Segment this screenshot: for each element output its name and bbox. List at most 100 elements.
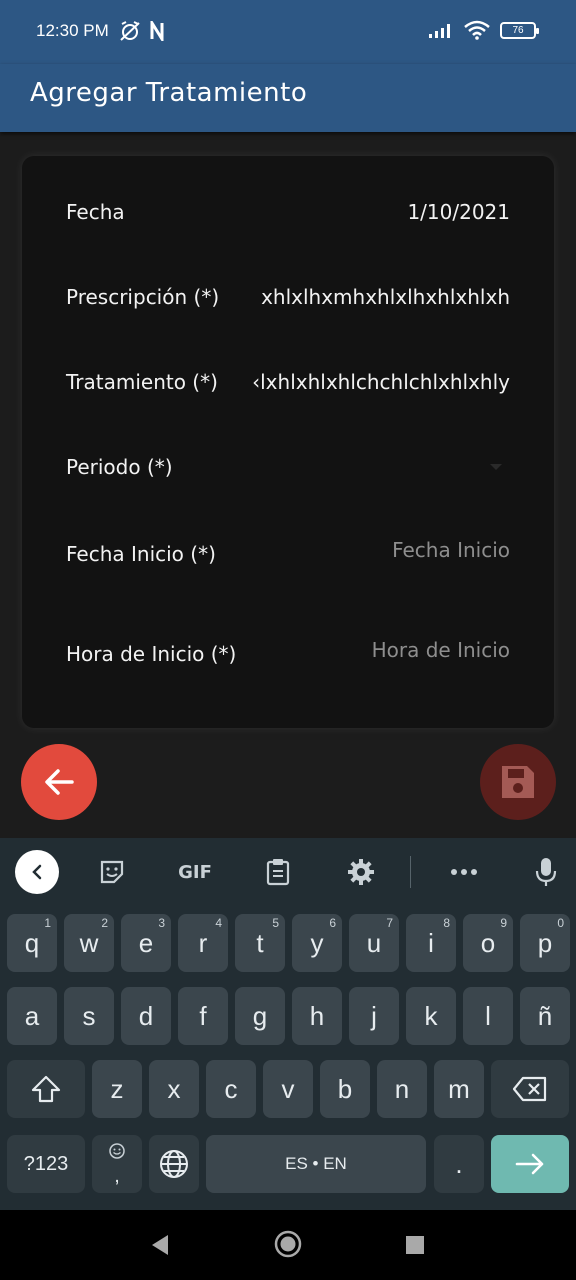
system-nav-bar [0, 1210, 576, 1280]
key-f-label: f [199, 1000, 207, 1031]
key-r[interactable]: r4 [178, 914, 228, 972]
voice-input-button[interactable] [526, 852, 566, 892]
key-m[interactable]: m [434, 1060, 484, 1118]
key-e-hint: 3 [158, 916, 165, 930]
key-z[interactable]: z [92, 1060, 142, 1118]
key-g[interactable]: g [235, 987, 285, 1045]
key-w[interactable]: w2 [64, 914, 114, 972]
key-ñ[interactable]: ñ [520, 987, 570, 1045]
nav-recents-icon[interactable] [406, 1236, 424, 1254]
key-r-label: r [198, 927, 208, 958]
status-time: 12:30 PM [36, 21, 109, 40]
periodo-dropdown-arrow-icon[interactable] [490, 464, 502, 470]
space-key-label: ES • EN [285, 1154, 347, 1173]
toolbar-divider [410, 856, 411, 888]
key-i-hint: 8 [443, 916, 450, 930]
period-key-label: . [455, 1148, 463, 1179]
save-floppy-icon [502, 766, 534, 798]
key-q-hint: 1 [44, 916, 51, 930]
hora-inicio-field[interactable]: Hora de Inicio [372, 638, 510, 662]
key-l-label: l [485, 1000, 491, 1031]
keyboard-collapse-button[interactable] [15, 850, 59, 894]
backspace-key[interactable] [491, 1060, 569, 1118]
gear-icon [348, 859, 374, 885]
key-x[interactable]: x [149, 1060, 199, 1118]
backspace-icon [512, 1076, 547, 1102]
space-key[interactable]: ES • EN [206, 1135, 426, 1193]
clipboard-button[interactable] [258, 852, 298, 892]
key-f[interactable]: f [178, 987, 228, 1045]
key-k[interactable]: k [406, 987, 456, 1045]
key-g-label: g [252, 1000, 268, 1031]
period-key[interactable]: . [434, 1135, 484, 1193]
fecha-inicio-field[interactable]: Fecha Inicio [392, 538, 510, 562]
key-i[interactable]: i8 [406, 914, 456, 972]
key-u-hint: 7 [386, 916, 393, 930]
tratamiento-row[interactable]: Tratamiento (*) ‹lxhlxhlxhlchchlchlxhlxh… [66, 362, 510, 402]
more-options-button[interactable] [444, 852, 484, 892]
globe-icon [160, 1150, 188, 1178]
on-screen-keyboard: GIF q 1 w 2 e 3 r 4 t 5 y 6 u 7 i 8 o 9 … [0, 838, 576, 1210]
fecha-inicio-row[interactable]: Fecha Inicio (*) Fecha Inicio [66, 532, 510, 572]
back-button[interactable] [21, 744, 97, 820]
key-h[interactable]: h [292, 987, 342, 1045]
key-a[interactable]: a [7, 987, 57, 1045]
hora-inicio-row[interactable]: Hora de Inicio (*) Hora de Inicio [66, 632, 510, 672]
key-c[interactable]: c [206, 1060, 256, 1118]
key-o[interactable]: o9 [463, 914, 513, 972]
nav-home-icon[interactable] [274, 1230, 302, 1258]
key-w-label: w [79, 927, 99, 958]
gif-button[interactable]: GIF [172, 852, 218, 892]
wifi-icon [464, 20, 490, 40]
key-o-hint: 9 [500, 916, 507, 930]
key-o-label: o [480, 927, 496, 958]
key-y-label: y [310, 927, 324, 958]
key-d-label: d [138, 1000, 154, 1031]
status-bar: 12:30 PM 76 [0, 0, 576, 64]
key-i-label: i [428, 927, 434, 958]
emoji-comma-key[interactable]: , [92, 1135, 142, 1193]
key-j[interactable]: j [349, 987, 399, 1045]
key-n-label: n [394, 1073, 410, 1104]
prescripcion-field[interactable]: xhlxlhxmhxhlxlhxhlxhlxh [261, 285, 510, 309]
status-left-icons [118, 18, 164, 44]
key-y[interactable]: y6 [292, 914, 342, 972]
key-c-label: c [224, 1073, 238, 1104]
key-s[interactable]: s [64, 987, 114, 1045]
key-e[interactable]: e3 [121, 914, 171, 972]
key-p-hint: 0 [557, 916, 564, 930]
key-t[interactable]: t5 [235, 914, 285, 972]
chevron-left-icon [32, 864, 42, 880]
key-ñ-label: ñ [537, 1000, 553, 1031]
key-p[interactable]: p0 [520, 914, 570, 972]
key-l[interactable]: l [463, 987, 513, 1045]
periodo-label: Periodo (*) [66, 455, 173, 479]
prescripcion-row[interactable]: Prescripción (*) xhlxlhxmhxhlxlhxhlxhlxh [66, 277, 510, 317]
key-t-label: t [256, 927, 264, 958]
fecha-value: 1/10/2021 [407, 200, 510, 224]
key-u[interactable]: u7 [349, 914, 399, 972]
language-key[interactable] [149, 1135, 199, 1193]
keyboard-toolbar: GIF [0, 838, 576, 906]
key-d[interactable]: d [121, 987, 171, 1045]
keyboard-settings-button[interactable] [341, 852, 381, 892]
key-v[interactable]: v [263, 1060, 313, 1118]
nav-back-icon[interactable] [150, 1234, 170, 1256]
sticker-icon [100, 860, 124, 884]
treatment-form-card: Fecha 1/10/2021 Prescripción (*) xhlxlhx… [22, 156, 554, 728]
key-n[interactable]: n [377, 1060, 427, 1118]
comma-label: , [114, 1164, 120, 1187]
tratamiento-field[interactable]: ‹lxhlxhlxhlchchlchlxhlxhly [252, 370, 510, 394]
shift-key[interactable] [7, 1060, 85, 1118]
arrow-right-icon [515, 1153, 544, 1175]
key-q[interactable]: q1 [7, 914, 57, 972]
save-button[interactable] [480, 744, 556, 820]
periodo-row[interactable]: Periodo (*) [66, 447, 510, 487]
enter-key[interactable] [491, 1135, 569, 1193]
shift-icon [31, 1075, 61, 1103]
app-bar: Agregar Tratamiento [0, 64, 576, 132]
symbols-key[interactable]: ?123 [7, 1135, 85, 1193]
key-a-label: a [24, 1000, 40, 1031]
key-b[interactable]: b [320, 1060, 370, 1118]
sticker-button[interactable] [92, 852, 132, 892]
